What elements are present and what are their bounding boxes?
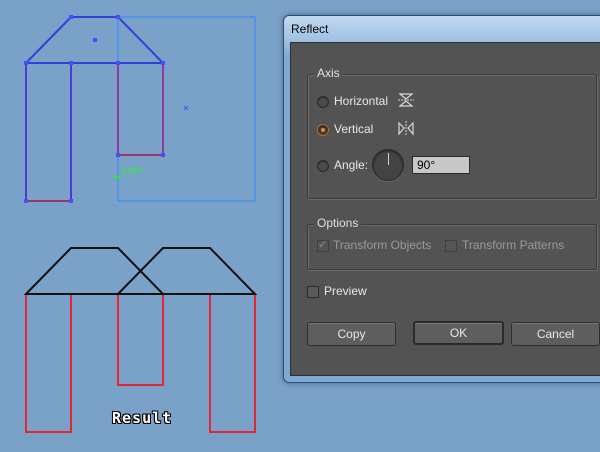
vertical-radio[interactable] [317, 124, 329, 136]
horizontal-radio[interactable] [317, 96, 329, 108]
vertical-reflect-icon [398, 121, 414, 136]
transform-patterns-label[interactable]: Transform Patterns [462, 238, 564, 252]
angle-label[interactable]: Angle: [334, 158, 368, 172]
cursor-crosshair-icon [113, 173, 121, 181]
preview-label[interactable]: Preview [324, 284, 367, 298]
axis-legend: Axis [314, 66, 343, 80]
horizontal-reflect-icon [398, 93, 414, 107]
angle-input[interactable]: 90° [412, 156, 470, 174]
transform-patterns-checkbox[interactable] [445, 240, 457, 252]
axis-group: Axis Horizontal Vertical Angle: 90° [307, 66, 597, 199]
dialog-body: Axis Horizontal Vertical Angle: 90° Opti… [290, 42, 600, 376]
result-left-leg [25, 294, 72, 433]
ok-button[interactable]: OK [413, 321, 504, 345]
reflect-dialog[interactable]: Reflect Axis Horizontal Vertical Angle: … [283, 15, 600, 383]
result-right-leg [209, 294, 256, 433]
result-label: Result [112, 409, 173, 427]
result-right-trapezoid [115, 247, 258, 295]
result-shape-group [23, 247, 258, 433]
dialog-title[interactable]: Reflect [284, 16, 600, 42]
horizontal-label[interactable]: Horizontal [334, 94, 388, 108]
center-point-icon [183, 105, 189, 111]
path-hint-label: path [122, 166, 143, 176]
preview-checkbox[interactable] [307, 286, 319, 298]
angle-dial[interactable] [372, 149, 404, 181]
angle-radio[interactable] [317, 160, 329, 172]
copy-button[interactable]: Copy [307, 322, 396, 346]
result-left-trapezoid [23, 247, 166, 295]
options-legend: Options [314, 216, 362, 230]
transform-objects-label[interactable]: Transform Objects [333, 238, 431, 252]
transform-objects-checkbox[interactable] [317, 238, 329, 252]
vertical-label[interactable]: Vertical [334, 122, 373, 136]
original-left-leg [25, 63, 72, 202]
options-group: Options Transform Objects Transform Patt… [307, 216, 597, 270]
result-middle-leg [117, 294, 164, 386]
cancel-button[interactable]: Cancel [511, 322, 600, 346]
reflected-right-leg [117, 63, 164, 156]
